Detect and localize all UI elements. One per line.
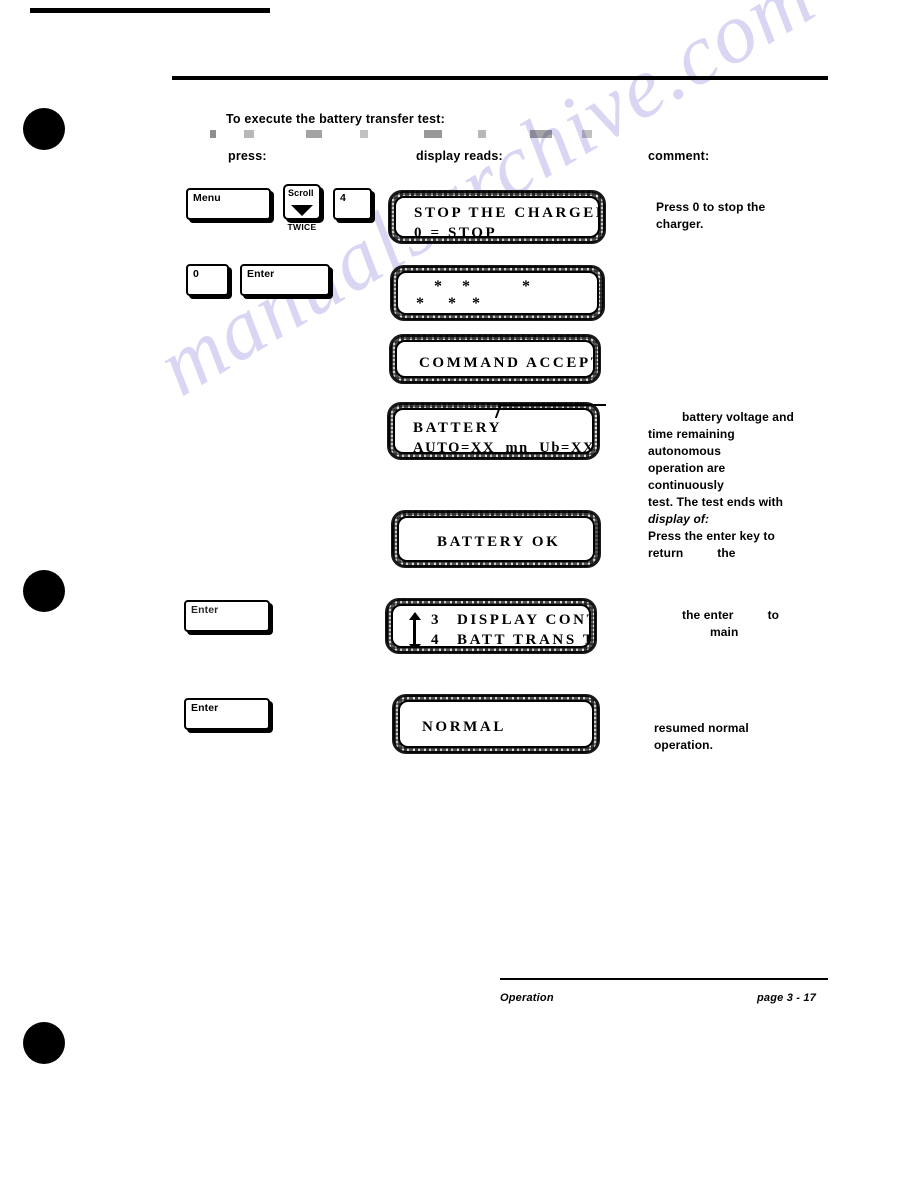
scanned-manual-page: manualsarchive.com To execute the batter…	[0, 0, 920, 1196]
comment-return-main: the enter to main	[682, 607, 862, 641]
lcd-menu-item-3-number: 3	[431, 612, 442, 628]
intro-text: To execute the battery transfer test:	[226, 112, 446, 126]
header-rule	[172, 76, 828, 80]
lcd-battery-line1: BATTERY	[413, 420, 503, 436]
key-scroll-label: Scroll	[288, 188, 314, 198]
lcd-stop-charger-line2: 0 = STOP __	[414, 225, 530, 238]
lcd-stop-charger-line1: STOP THE CHARGER	[414, 205, 600, 221]
comment-line: Press 0 to stop the	[656, 200, 766, 214]
key-menu[interactable]: Menu	[186, 188, 271, 220]
lcd-progress-stars-line1: * * *	[434, 278, 530, 295]
column-header-press: press:	[228, 149, 267, 163]
footer-page-number: page 3 - 17	[757, 992, 817, 1004]
key-0[interactable]: 0	[186, 264, 229, 296]
key-scroll-note: TWICE	[287, 222, 317, 232]
comment-line: autonomous	[648, 444, 721, 458]
comment-line: main	[710, 625, 739, 639]
key-enter-2[interactable]: Enter	[184, 600, 270, 632]
lcd-battery: BATTERY AUTO=XX mn Ub=XXX V	[387, 402, 600, 460]
footer-section: Operation	[500, 992, 554, 1004]
arrow-up-down-icon	[407, 612, 421, 646]
arrow-down-icon	[291, 205, 313, 216]
comment-line: the enter	[682, 608, 734, 622]
footer-rule	[500, 978, 828, 980]
comment-resumed-normal: resumed normal operation.	[654, 720, 864, 754]
lcd-stop-charger: STOP THE CHARGER 0 = STOP __	[388, 190, 606, 244]
key-enter-1[interactable]: Enter	[240, 264, 330, 296]
comment-line: operation are	[648, 461, 726, 475]
key-4[interactable]: 4	[333, 188, 372, 220]
key-scroll[interactable]: Scroll	[283, 184, 321, 220]
column-header-comment: comment:	[648, 149, 710, 163]
comment-stop-charger: Press 0 to stop the charger.	[656, 199, 866, 233]
comment-line: resumed normal	[654, 721, 749, 735]
hole-punch-mark	[23, 108, 65, 150]
key-0-label: 0	[193, 268, 199, 280]
key-enter-1-label: Enter	[247, 268, 275, 280]
lcd-battery-line2: AUTO=XX mn Ub=XXX V	[413, 440, 594, 454]
lcd-normal-line1: NORMAL	[422, 719, 506, 735]
column-header-display: display reads:	[416, 149, 503, 163]
comment-battery-test: battery voltage and time remaining auton…	[648, 409, 848, 562]
lcd-normal: NORMAL	[392, 694, 600, 754]
comment-line: charger.	[656, 217, 704, 231]
comment-line: Press the enter key to	[648, 529, 775, 543]
key-4-label: 4	[340, 192, 346, 204]
lcd-battery-ok: BATTERY OK	[391, 510, 601, 568]
lcd-battery-ok-line1: BATTERY OK	[437, 534, 561, 550]
comment-line: to	[767, 608, 780, 622]
scan-tear-artifact	[498, 404, 606, 406]
comment-line: time remaining	[648, 427, 735, 441]
comment-line: test. The test ends with	[648, 495, 784, 509]
comment-line: display of:	[648, 512, 710, 526]
comment-line: continuously	[648, 478, 724, 492]
comment-line: battery voltage and	[682, 410, 794, 424]
lcd-menu-item-4-number: 4	[431, 632, 442, 648]
binding-mark	[30, 8, 270, 13]
lcd-progress-stars-line2: * * *	[416, 295, 480, 312]
key-enter-2-label: Enter	[191, 604, 219, 616]
comment-line: return	[648, 546, 684, 560]
lcd-menu-list: 3 DISPLAY CONTRAST 4 BATT TRANS TEST	[385, 598, 597, 654]
comment-line: the	[717, 546, 736, 560]
lcd-progress-stars: * * * * * *	[390, 265, 605, 321]
hole-punch-mark	[23, 1022, 65, 1064]
comment-line: operation.	[654, 738, 714, 752]
hole-punch-mark	[23, 570, 65, 612]
scan-smudge	[210, 130, 630, 138]
lcd-menu-item-4-text: BATT TRANS TEST	[457, 632, 589, 648]
lcd-menu-item-3-text: DISPLAY CONTRAST	[457, 612, 589, 628]
key-menu-label: Menu	[193, 192, 221, 204]
key-enter-3[interactable]: Enter	[184, 698, 270, 730]
lcd-command-accepted: COMMAND ACCEPTED	[389, 334, 601, 384]
key-enter-3-label: Enter	[191, 702, 219, 714]
lcd-command-accepted-line1: COMMAND ACCEPTED	[419, 355, 593, 371]
